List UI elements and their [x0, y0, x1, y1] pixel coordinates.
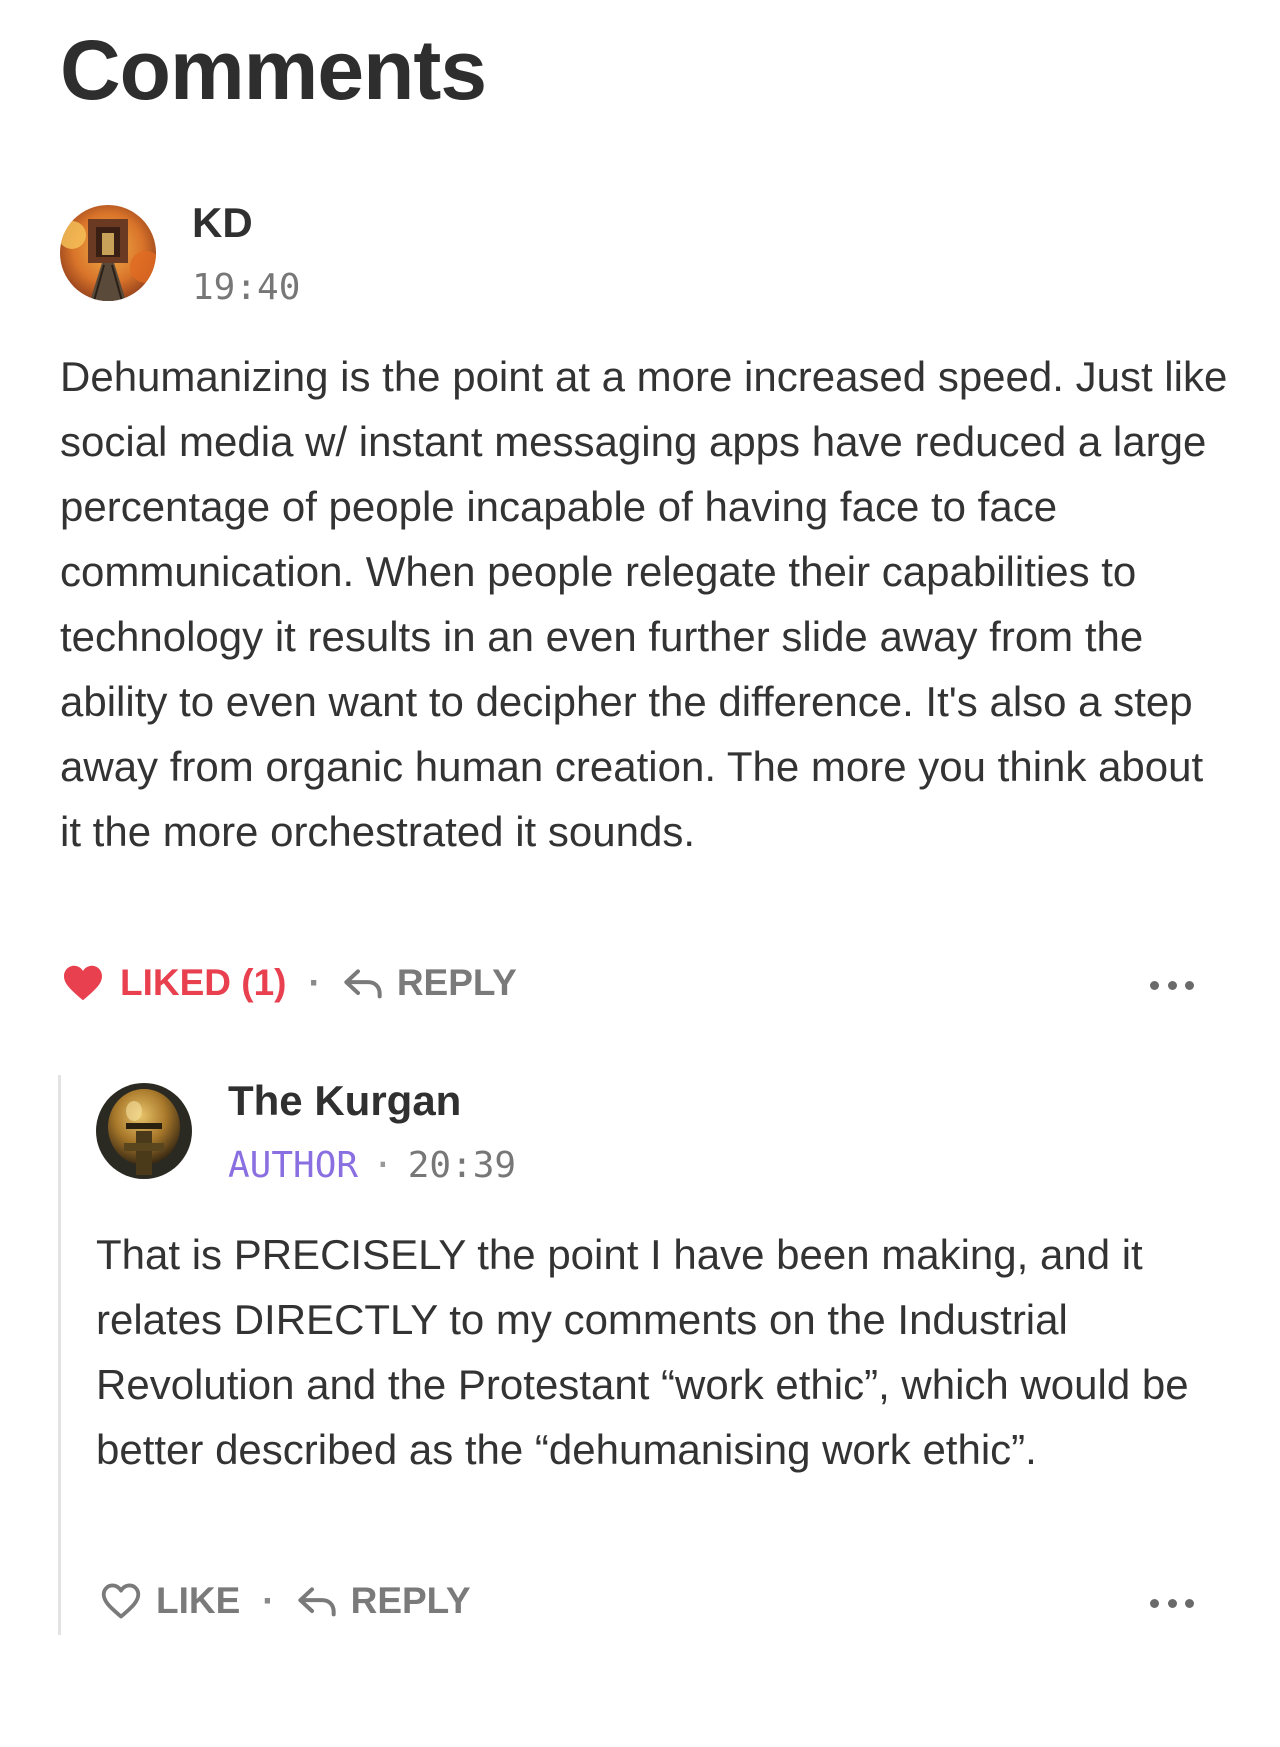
more-options-icon[interactable]: [1150, 1596, 1194, 1610]
like-button[interactable]: LIKED (1): [62, 962, 287, 1004]
reply-arrow-icon: [297, 1584, 337, 1618]
comment-actions: LIKED (1) · REPLY: [62, 958, 517, 1008]
more-dot: [1185, 980, 1194, 990]
action-separator: ·: [308, 962, 321, 1003]
comment-time[interactable]: 20:39: [408, 1145, 516, 1186]
like-button[interactable]: LIKE: [100, 1580, 240, 1622]
comments-page: Comments KD 19:40 Dehumanizing is the po…: [0, 0, 1280, 1747]
more-dot: [1150, 980, 1159, 990]
more-dot: [1167, 980, 1177, 990]
reply-arrow-icon: [343, 966, 383, 1000]
like-label: LIKE: [156, 1580, 241, 1621]
reply-label: REPLY: [396, 962, 517, 1003]
comment-author[interactable]: The Kurgan: [228, 1076, 461, 1126]
comment-actions: LIKE · REPLY: [100, 1576, 471, 1626]
comment-meta: 19:40: [192, 266, 300, 310]
avatar-the-kurgan-image: [96, 1083, 192, 1179]
like-label: LIKED (1): [120, 962, 287, 1003]
reply-button[interactable]: REPLY: [297, 1580, 471, 1622]
avatar-the-kurgan[interactable]: [96, 1083, 192, 1179]
heart-outline-icon: [100, 1582, 142, 1620]
comment-time[interactable]: 19:40: [192, 267, 300, 308]
meta-separator: ·: [372, 1145, 394, 1186]
more-dot: [1167, 1598, 1177, 1608]
reply-button[interactable]: REPLY: [343, 962, 517, 1004]
action-separator: ·: [262, 1580, 275, 1621]
more-dot: [1150, 1598, 1159, 1608]
comment-meta: AUTHOR · 20:39: [228, 1144, 516, 1188]
more-options-icon[interactable]: [1150, 978, 1194, 992]
comment-body: That is PRECISELY the point I have been …: [96, 1231, 1189, 1473]
comments-heading: Comments: [60, 23, 487, 117]
reply-thread-line: [58, 1075, 61, 1635]
comment-author[interactable]: KD: [192, 198, 253, 248]
author-badge: AUTHOR: [228, 1145, 359, 1186]
heart-filled-icon: [62, 964, 104, 1002]
reply-label: REPLY: [350, 1580, 471, 1621]
avatar-kd[interactable]: [60, 205, 156, 301]
comment-body: Dehumanizing is the point at a more incr…: [60, 353, 1228, 855]
more-dot: [1185, 1598, 1194, 1608]
avatar-kd-image: [60, 205, 156, 301]
